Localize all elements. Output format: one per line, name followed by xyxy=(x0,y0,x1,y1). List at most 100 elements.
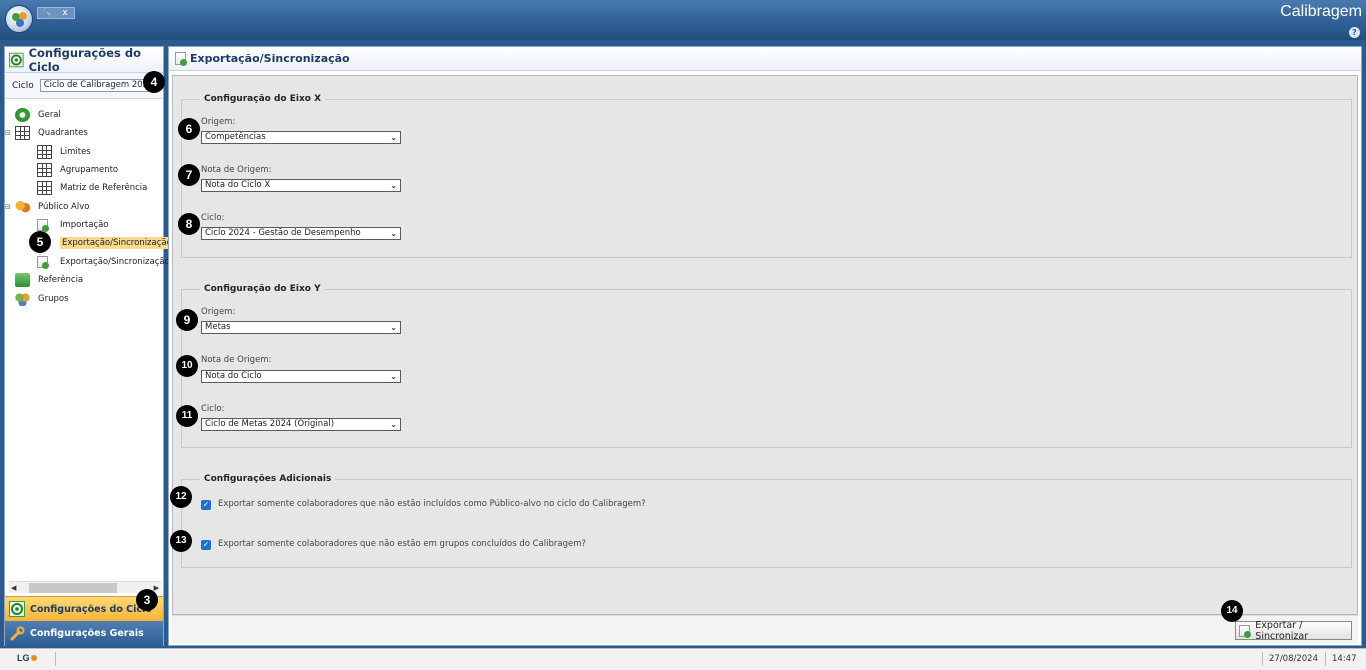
cycle-label: Ciclo xyxy=(12,80,34,91)
collapse-icon[interactable]: ⊟ xyxy=(5,203,11,211)
close-icon[interactable]: x xyxy=(56,8,74,18)
chevron-down-icon: ⌄ xyxy=(390,372,397,381)
callout-11: 11 xyxy=(176,405,198,427)
tree-item-exportacao-sincronizacao-selected[interactable]: Exportação/Sincronização xyxy=(37,235,174,251)
tree-item-publico-alvo[interactable]: Público Alvo xyxy=(15,199,89,215)
scroll-left-icon[interactable]: ◀ xyxy=(11,582,16,594)
status-separator xyxy=(1262,652,1263,666)
axis-x-cycle-label: Ciclo: xyxy=(201,213,225,223)
tree-item-label: Matriz de Referência xyxy=(60,183,148,193)
app-title: Calibragem xyxy=(1280,3,1362,20)
doc-icon xyxy=(37,256,49,269)
help-icon[interactable]: ? xyxy=(1349,27,1360,38)
tree-item-importacao[interactable]: Importação xyxy=(37,217,109,233)
status-bar: LG 27/08/2024 14:47 xyxy=(0,648,1366,670)
status-separator xyxy=(55,652,56,666)
chevron-down-icon: ⌄ xyxy=(390,181,397,190)
main-panel-header: Exportação/Sincronização xyxy=(169,47,1361,71)
axis-x-note-label: Nota de Origem: xyxy=(201,165,272,175)
chevron-down-icon: ⌄ xyxy=(390,229,397,238)
tree-item-agrupamento[interactable]: Agrupamento xyxy=(37,162,118,178)
tree-item-matriz-de-referencia[interactable]: Matriz de Referência xyxy=(37,180,147,196)
callout-7: 7 xyxy=(178,164,200,186)
axis-y-origin-label: Origem: xyxy=(201,307,236,317)
tree-item-label: Geral xyxy=(38,110,61,120)
action-bar: Exportar / Sincronizar xyxy=(172,615,1358,643)
chevron-down-icon: ⌄ xyxy=(390,420,397,429)
cycle-select-value: Ciclo de Calibragem 2023 xyxy=(43,80,152,90)
chevron-down-icon: ⌄ xyxy=(390,323,397,332)
cycle-settings-icon xyxy=(9,601,25,617)
axis-y-legend: Configuração do Eixo Y xyxy=(204,284,321,294)
status-separator xyxy=(1325,652,1326,666)
cycle-row: Ciclo Ciclo de Calibragem 2023 xyxy=(5,73,163,99)
collapse-icon[interactable]: ⊟ xyxy=(5,129,11,137)
axis-x-origin-label: Origem: xyxy=(201,117,236,127)
tree-item-grupos[interactable]: Grupos xyxy=(15,291,69,307)
tree-item-quadrantes[interactable]: Quadrantes xyxy=(15,125,88,141)
axis-x-note-select[interactable]: Nota do Ciclo X ⌄ xyxy=(201,179,401,192)
callout-12: 12 xyxy=(170,486,192,508)
tree-item-label: Quadrantes xyxy=(38,128,88,138)
callout-6: 6 xyxy=(178,118,200,140)
axis-x-origin-select[interactable]: Competências ⌄ xyxy=(201,131,401,144)
tree-item-label: Exportação/Sincronização xyxy=(60,237,174,249)
option1-checkbox[interactable]: ✓ xyxy=(201,500,211,510)
title-bar xyxy=(0,0,1366,24)
horizontal-scrollbar[interactable]: ◀ ▶ xyxy=(9,581,161,593)
grid-icon xyxy=(37,145,52,159)
ribbon-bar xyxy=(0,24,1366,40)
export-sync-button[interactable]: Exportar / Sincronizar xyxy=(1235,619,1352,642)
groups-icon xyxy=(15,292,30,306)
page-title: Exportação/Sincronização xyxy=(190,52,350,65)
additional-legend: Configurações Adicionais xyxy=(204,474,332,484)
callout-13: 13 xyxy=(170,530,192,552)
nav-general-settings-label: Configurações Gerais xyxy=(30,628,144,639)
axis-x-note-value: Nota do Ciclo X xyxy=(205,180,271,190)
tree-item-limites[interactable]: Limites xyxy=(37,144,91,160)
axis-y-cycle-value: Ciclo de Metas 2024 (Original) xyxy=(205,419,335,429)
quick-access-toolbar: 🔧 x xyxy=(37,7,75,19)
axis-y-note-value: Nota do Ciclo xyxy=(205,371,262,381)
tree-item-label: Importação xyxy=(60,220,109,230)
cycle-settings-icon xyxy=(9,52,24,67)
callout-8: 8 xyxy=(178,213,200,235)
status-time: 14:47 xyxy=(1332,654,1357,664)
axis-y-cycle-label: Ciclo: xyxy=(201,404,225,414)
axis-y-cycle-select[interactable]: Ciclo de Metas 2024 (Original) ⌄ xyxy=(201,418,401,431)
axis-x-origin-value: Competências xyxy=(205,132,266,142)
content-area: Configuração do Eixo X Origem: Competênc… xyxy=(172,75,1358,615)
tree-item-label: Limites xyxy=(60,147,91,157)
axis-x-cycle-value: Ciclo 2024 - Gestão de Desempenho xyxy=(205,228,361,238)
axis-x-cycle-select[interactable]: Ciclo 2024 - Gestão de Desempenho ⌄ xyxy=(201,227,401,240)
left-panel-header: Configurações do Ciclo xyxy=(5,45,163,74)
option1-label: Exportar somente colaboradores que não e… xyxy=(218,499,646,509)
nav-general-settings[interactable]: Configurações Gerais xyxy=(5,621,163,646)
tree-item-exportacao-sincronizacao[interactable]: Exportação/Sincronização xyxy=(37,254,170,270)
axis-y-origin-select[interactable]: Metas ⌄ xyxy=(201,321,401,334)
export-sync-button-label: Exportar / Sincronizar xyxy=(1255,619,1309,642)
callout-10: 10 xyxy=(176,355,198,377)
nav-cycle-settings-label: Configurações do Ciclo xyxy=(30,603,152,615)
wrench-icon xyxy=(10,626,25,640)
tree-item-label: Público Alvo xyxy=(38,202,90,212)
settings-tree: Geral ⊟ Quadrantes Limites Agrupamento M… xyxy=(5,99,174,579)
left-panel: Configurações do Ciclo Ciclo Ciclo de Ca… xyxy=(4,45,174,646)
callout-4: 4 xyxy=(143,71,165,93)
callout-14: 14 xyxy=(1221,600,1243,622)
callout-3: 3 xyxy=(136,589,158,611)
tree-item-geral[interactable]: Geral xyxy=(15,107,61,123)
scrollbar-thumb[interactable] xyxy=(29,583,117,593)
left-panel-title: Configurações do Ciclo xyxy=(28,45,141,74)
reference-icon xyxy=(15,273,30,287)
doc-icon xyxy=(37,219,49,232)
callout-5: 5 xyxy=(29,231,51,253)
wrench-icon[interactable]: 🔧 xyxy=(38,8,56,18)
app-menu-orb-icon[interactable] xyxy=(5,5,33,33)
status-date: 27/08/2024 xyxy=(1269,654,1318,664)
axis-y-note-select[interactable]: Nota do Ciclo ⌄ xyxy=(201,370,401,383)
tree-item-referencia[interactable]: Referência xyxy=(15,272,83,288)
option2-checkbox[interactable]: ✓ xyxy=(201,540,211,550)
axis-y-note-label: Nota de Origem: xyxy=(201,355,272,365)
cycle-select[interactable]: Ciclo de Calibragem 2023 xyxy=(39,79,152,92)
